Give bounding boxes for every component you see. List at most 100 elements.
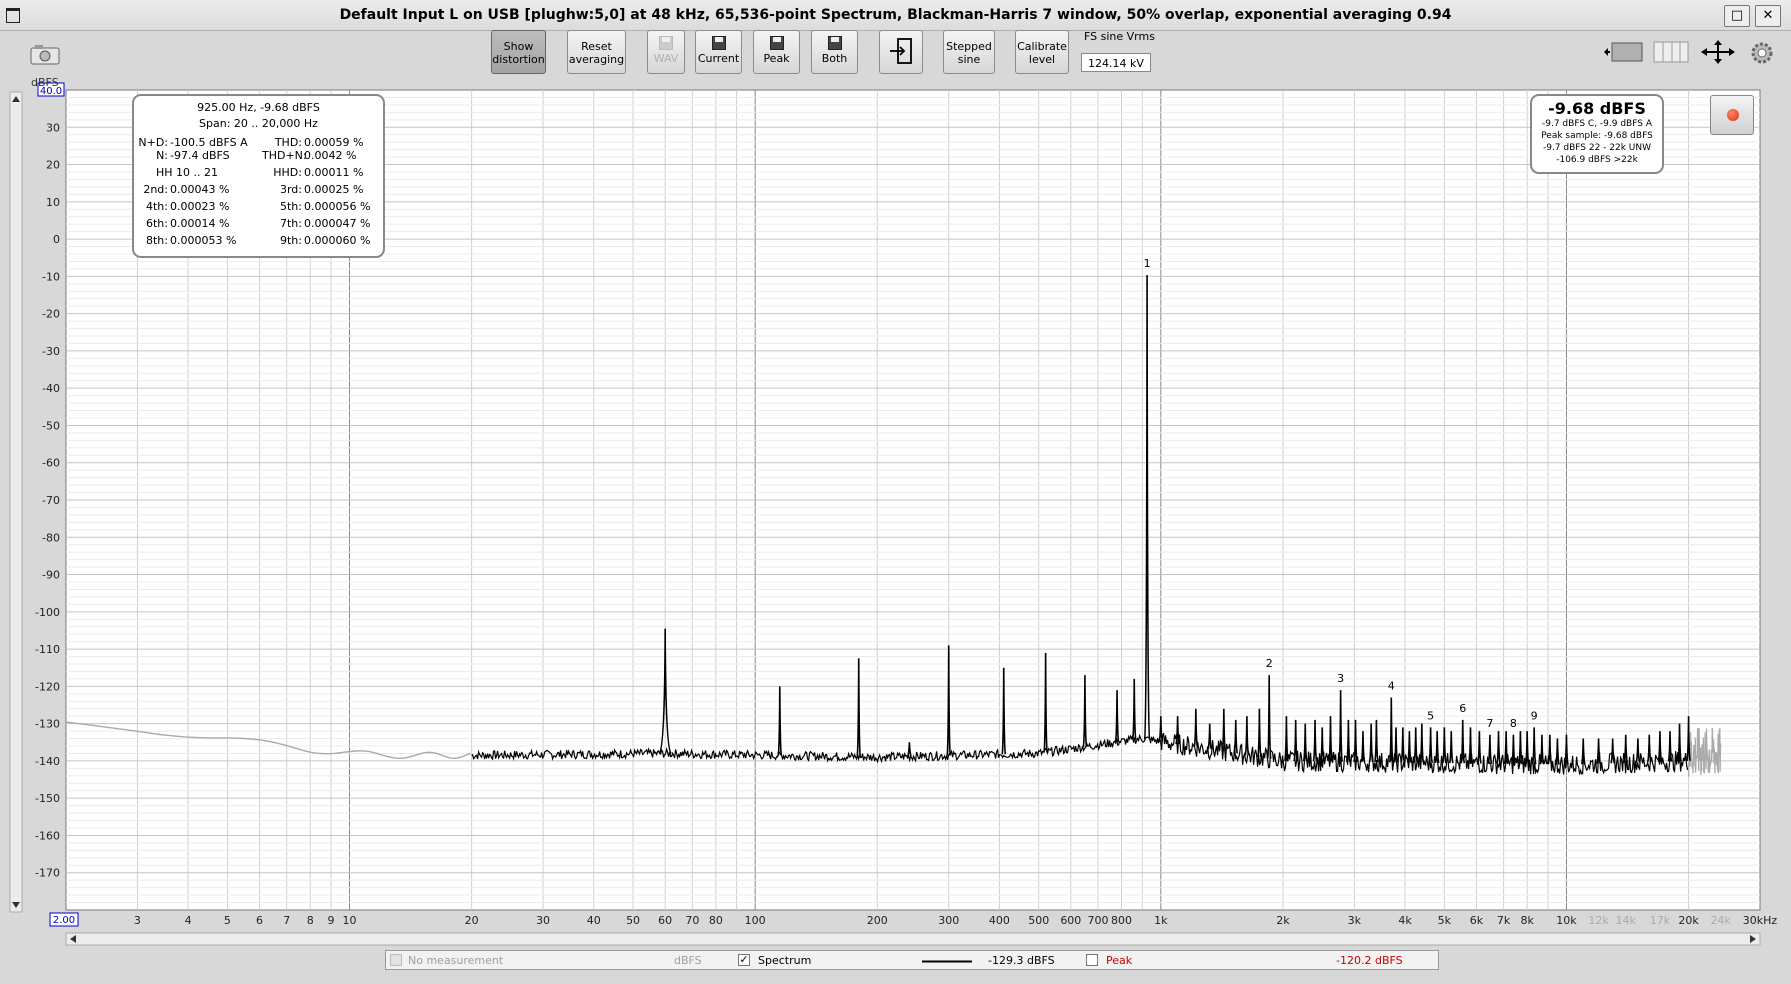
distortion-cell: -100.5 dBFS A (170, 136, 248, 149)
distortion-cell: 5th: (280, 200, 302, 213)
x-tick-label: 40 (587, 914, 601, 927)
distortion-row: HH 10 .. 21 HHD: 0.00011 % (134, 166, 383, 183)
distortion-row: N+D: -100.5 dBFS A THD: 0.00059 % (134, 132, 383, 149)
x-tick-label: 700 (1087, 914, 1108, 927)
distortion-cell: 7th: (280, 217, 302, 230)
x-tick-label: 400 (989, 914, 1010, 927)
y-tick-label: -70 (42, 494, 60, 507)
x-tick-label: 20 (465, 914, 479, 927)
x-tick-label: 60 (658, 914, 672, 927)
y-tick-label: -50 (42, 419, 60, 432)
x-tick-label: 4k (1398, 914, 1412, 927)
harmonic-label: 4 (1388, 680, 1395, 693)
legend-unit-label: dBFS (674, 954, 702, 967)
fundamental-readout: 925.00 Hz, -9.68 dBFS (197, 101, 320, 114)
harmonic-label: 7 (1486, 717, 1493, 730)
distortion-row: 4th: 0.00023 % 5th: 0.000056 % (134, 200, 383, 217)
distortion-cell: HH 10 .. 21 (156, 166, 219, 179)
spectrum-line-swatch (922, 960, 972, 963)
distortion-row: 8th: 0.000053 % 9th: 0.000060 % (134, 234, 383, 251)
x-tick-label: 6k (1470, 914, 1484, 927)
distortion-cell: HHD: (273, 166, 302, 179)
x-min-label: 2.00 (53, 915, 75, 926)
level-line-4: -106.9 dBFS >22k (1556, 155, 1638, 165)
record-icon (1727, 109, 1739, 121)
x-tick-label: 500 (1028, 914, 1049, 927)
peak-legend-label: Peak (1106, 954, 1133, 967)
x-tick-label: 6 (256, 914, 263, 927)
y-tick-label: -10 (42, 270, 60, 283)
distortion-table: N+D: -100.5 dBFS A THD: 0.00059 % N: -97.4 dB… (134, 132, 383, 251)
x-tick-label: 5k (1438, 914, 1452, 927)
x-scrollbar[interactable] (65, 932, 1761, 946)
x-tick-label: 24k (1711, 914, 1732, 927)
x-tick-label: 9 (327, 914, 334, 927)
x-tick-label: 3 (134, 914, 141, 927)
harmonic-label: 3 (1337, 672, 1344, 685)
distortion-cell: 0.00043 % (170, 183, 230, 196)
no-measurement-checkbox[interactable] (390, 954, 402, 966)
y-tick-label: -150 (35, 792, 60, 805)
x-tick-label: 8 (307, 914, 314, 927)
y-tick-label: -90 (42, 569, 60, 582)
x-tick-label: 3k (1348, 914, 1362, 927)
distortion-cell: 6th: (146, 217, 168, 230)
harmonic-label: 9 (1531, 709, 1538, 722)
y-tick-label: -80 (42, 531, 60, 544)
x-tick-label: 10k (1556, 914, 1577, 927)
distortion-cell: 0.00025 % (304, 183, 364, 196)
y-tick-label: -20 (42, 308, 60, 321)
distortion-cell: 0.000056 % (304, 200, 371, 213)
y-tick-label: 30 (46, 121, 60, 134)
level-line-3: -9.7 dBFS 22 - 22k UNW (1542, 143, 1652, 153)
spectrum-checkbox[interactable]: ✓ (738, 954, 750, 966)
distortion-cell: 2nd: (143, 183, 168, 196)
x-tick-label: 2k (1276, 914, 1290, 927)
y-tick-label: -170 (35, 867, 60, 880)
y-tick-label: -40 (42, 382, 60, 395)
distortion-cell: THD+N: (262, 149, 307, 162)
x-tick-label: 80 (709, 914, 723, 927)
no-measurement-label: No measurement (408, 954, 504, 967)
x-tick-label: 1k (1154, 914, 1168, 927)
y-tick-label: 0 (53, 233, 60, 246)
distortion-row: 2nd: 0.00043 % 3rd: 0.00025 % (134, 183, 383, 200)
y-tick-label: -140 (35, 755, 60, 768)
distortion-cell: -97.4 dBFS (170, 149, 230, 162)
distortion-cell: 0.00023 % (170, 200, 230, 213)
y-axis-title: dBFS (31, 76, 59, 89)
level-info-box: -9.68 dBFS -9.7 dBFS C, -9.9 dBFS A Peak… (1530, 94, 1664, 174)
y-tick-label: -130 (35, 718, 60, 731)
x-tick-label: 12k (1588, 914, 1609, 927)
distortion-cell: 0.000060 % (304, 234, 371, 247)
record-button[interactable] (1710, 95, 1754, 135)
y-tick-label: 20 (46, 159, 60, 172)
distortion-cell: 3rd: (279, 183, 302, 196)
distortion-cell: 0.000053 % (170, 234, 237, 247)
distortion-cell: 4th: (146, 200, 168, 213)
x-tick-label: 300 (938, 914, 959, 927)
harmonic-label: 8 (1510, 717, 1517, 730)
peak-checkbox[interactable] (1086, 954, 1098, 966)
y-tick-label: -120 (35, 680, 60, 693)
distortion-cell: 0.000047 % (304, 217, 371, 230)
distortion-cell: 0.00059 % (304, 136, 364, 149)
x-tick-label: 7k (1497, 914, 1511, 927)
distortion-info-box: 925.00 Hz, -9.68 dBFS Span: 20 .. 20,000… (132, 94, 385, 258)
y-tick-label: -30 (42, 345, 60, 358)
y-tick-label: -160 (35, 829, 60, 842)
x-tick-label: 600 (1060, 914, 1081, 927)
distortion-cell: 0.00014 % (170, 217, 230, 230)
x-tick-label: 800 (1111, 914, 1132, 927)
y-scrollbar[interactable] (9, 91, 23, 913)
x-tick-label: 8k (1520, 914, 1534, 927)
peak-legend-value: -120.2 dBFS (1336, 954, 1403, 967)
x-tick-label: 100 (745, 914, 766, 927)
x-tick-label: 5 (224, 914, 231, 927)
harmonic-label: 1 (1144, 257, 1151, 270)
y-tick-label: -60 (42, 457, 60, 470)
distortion-cell: 0.0042 % (304, 149, 357, 162)
x-tick-label: 20k (1678, 914, 1699, 927)
harmonic-label: 5 (1427, 709, 1434, 722)
level-line-1: -9.7 dBFS C, -9.9 dBFS A (1542, 119, 1652, 129)
